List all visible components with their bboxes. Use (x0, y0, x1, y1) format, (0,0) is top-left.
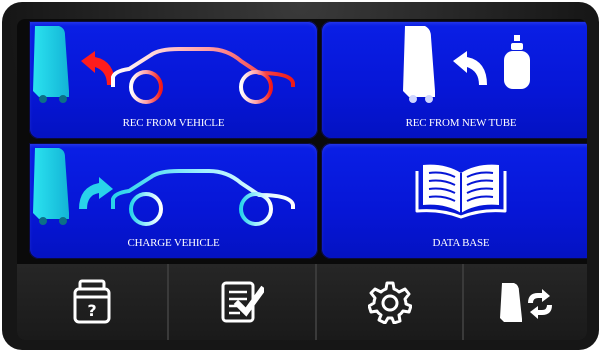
checklist-icon (221, 281, 264, 323)
recovery-machine-icon (33, 26, 69, 103)
rec-from-new-tube-button[interactable]: REC FROM NEW TUBE (321, 21, 587, 139)
data-base-label: DATA BASE (432, 237, 490, 249)
rec-from-new-tube-label: REC FROM NEW TUBE (405, 117, 517, 129)
svg-text:?: ? (87, 301, 96, 320)
machine-sync-button[interactable] (464, 264, 587, 340)
rec-from-vehicle-label: REC FROM VEHICLE (122, 117, 225, 129)
rec-from-new-tube-graphic (403, 26, 530, 103)
recovery-machine-icon (33, 148, 69, 225)
bottom-toolbar: ? (17, 264, 587, 340)
data-base-graphic (415, 164, 507, 219)
charge-vehicle-graphic (33, 148, 295, 226)
rec-from-vehicle-button[interactable]: REC FROM VEHICLE (29, 21, 318, 139)
touch-screen: REC FROM VEHICLE REC FROM NEW TUBE CHARG… (17, 19, 587, 340)
gear-icon (367, 281, 412, 324)
tank-question-button[interactable]: ? (17, 264, 167, 340)
car-outline-icon (111, 169, 295, 226)
checklist-button[interactable] (169, 264, 315, 340)
curved-arrow-left-icon (453, 51, 487, 85)
open-book-icon (415, 164, 507, 219)
curved-arrow-right-icon (79, 177, 113, 209)
device-bezel: REC FROM VEHICLE REC FROM NEW TUBE CHARG… (2, 2, 599, 350)
data-base-button[interactable]: DATA BASE (321, 143, 587, 259)
curved-arrow-left-icon (81, 51, 115, 85)
machine-sync-icon (499, 283, 552, 322)
tank-question-icon: ? (73, 279, 111, 324)
recovery-machine-icon (403, 26, 435, 103)
rec-from-vehicle-graphic (33, 26, 295, 104)
car-outline-icon (111, 47, 295, 104)
refrigerant-tank-icon (504, 35, 530, 89)
charge-vehicle-label: CHARGE VEHICLE (127, 237, 220, 249)
settings-button[interactable] (317, 264, 462, 340)
charge-vehicle-button[interactable]: CHARGE VEHICLE (29, 143, 318, 259)
